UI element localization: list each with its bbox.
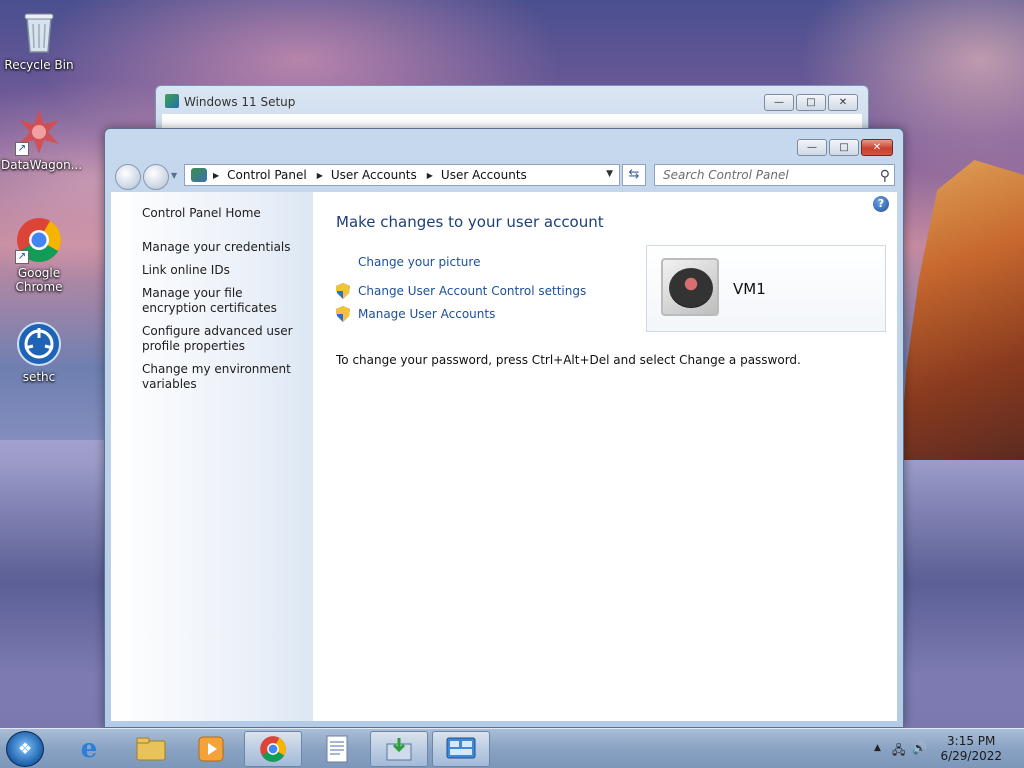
document-icon[interactable] xyxy=(308,731,366,767)
volume-icon[interactable]: 🔊 xyxy=(912,741,927,755)
desktop-icon-datawagon[interactable]: ↗ DataWagon... xyxy=(1,108,82,172)
desktop-icon-label: Recycle Bin xyxy=(4,58,74,72)
refresh-button[interactable]: ⇆ xyxy=(622,164,646,186)
internet-explorer-icon[interactable]: e xyxy=(60,731,118,767)
back-button[interactable] xyxy=(115,164,141,190)
manage-user-accounts-link[interactable]: Manage User Accounts xyxy=(358,307,495,321)
search-input[interactable]: Search Control Panel ⚲ xyxy=(654,164,895,186)
maximize-button[interactable]: □ xyxy=(796,94,826,111)
breadcrumb-chevron-icon[interactable]: ▶ xyxy=(427,171,433,180)
address-dropdown-icon[interactable]: ▼ xyxy=(606,169,613,179)
recycle-bin-icon xyxy=(15,8,63,56)
navigation-bar: ▼ ▶ Control Panel ▶ User Accounts ▶ User… xyxy=(113,161,897,190)
user-account-tile: VM1 xyxy=(646,245,886,332)
desktop-icon-label: Google Chrome xyxy=(15,266,63,294)
user-accounts-window[interactable]: — □ ✕ ▼ ▶ Control Panel ▶ User Accounts … xyxy=(104,128,904,728)
desktop-icon-label: sethc xyxy=(22,370,56,384)
clock-date: 6/29/2022 xyxy=(940,749,1002,763)
close-button[interactable]: ✕ xyxy=(861,139,893,156)
content-area: Control Panel Home Manage your credentia… xyxy=(111,192,897,721)
media-player-icon[interactable] xyxy=(182,731,240,767)
search-placeholder: Search Control Panel xyxy=(663,168,789,182)
close-button[interactable]: ✕ xyxy=(828,94,858,111)
environment-variables-link[interactable]: Change my environment variables xyxy=(142,362,302,392)
control-panel-taskbar-icon[interactable] xyxy=(432,731,490,767)
maximize-button[interactable]: □ xyxy=(829,139,859,156)
control-panel-icon xyxy=(191,168,207,182)
clock-time: 3:15 PM xyxy=(947,734,996,748)
recent-pages-chevron-icon[interactable]: ▼ xyxy=(171,171,177,180)
minimize-button[interactable]: — xyxy=(764,94,794,111)
change-picture-link[interactable]: Change your picture xyxy=(358,255,480,269)
minimize-button[interactable]: — xyxy=(797,139,827,156)
uac-shield-icon xyxy=(336,306,350,322)
uac-shield-icon xyxy=(336,283,350,299)
system-tray: ▲ 🖧 🔊 3:15 PM 6/29/2022 xyxy=(864,729,1024,768)
breadcrumb-chevron-icon[interactable]: ▶ xyxy=(317,171,323,180)
avatar[interactable] xyxy=(661,258,719,316)
start-button[interactable]: ❖ xyxy=(6,731,44,767)
account-name: VM1 xyxy=(733,280,766,298)
file-explorer-icon[interactable] xyxy=(122,731,180,767)
datawagon-icon: ↗ xyxy=(15,108,63,156)
turntable-picture-icon xyxy=(669,268,713,308)
main-pane: ? Make changes to your user account Chan… xyxy=(313,192,897,721)
setup-app-icon xyxy=(165,94,179,108)
desktop-icon-google-chrome[interactable]: ↗ Google Chrome xyxy=(1,216,77,294)
shortcut-arrow-icon: ↗ xyxy=(15,250,29,264)
breadcrumb-user-accounts-current[interactable]: User Accounts xyxy=(441,168,527,182)
change-uac-settings-link[interactable]: Change User Account Control settings xyxy=(358,284,586,298)
address-bar[interactable]: ▶ Control Panel ▶ User Accounts ▶ User A… xyxy=(184,164,620,186)
file-encryption-certificates-link[interactable]: Manage your file encryption certificates xyxy=(142,286,302,316)
manage-credentials-link[interactable]: Manage your credentials xyxy=(142,240,302,255)
windows-setup-taskbar-icon[interactable] xyxy=(370,731,428,767)
left-task-pane: Control Panel Home Manage your credentia… xyxy=(111,192,313,721)
show-hidden-icons-chevron-icon[interactable]: ▲ xyxy=(874,743,881,753)
clock[interactable]: 3:15 PM 6/29/2022 xyxy=(940,734,1002,764)
network-icon[interactable]: 🖧 xyxy=(892,741,905,762)
window-title: Windows 11 Setup xyxy=(184,95,296,109)
help-icon[interactable]: ? xyxy=(873,196,889,212)
desktop-icon-label: DataWagon... xyxy=(1,158,83,172)
chrome-icon: ↗ xyxy=(15,216,63,264)
breadcrumb-user-accounts[interactable]: User Accounts xyxy=(331,168,417,182)
link-online-ids-link[interactable]: Link online IDs xyxy=(142,263,302,278)
shortcut-arrow-icon: ↗ xyxy=(15,142,29,156)
forward-button[interactable] xyxy=(143,164,169,190)
desktop-icon-sethc[interactable]: sethc xyxy=(1,320,77,384)
control-panel-home-link[interactable]: Control Panel Home xyxy=(142,206,313,220)
advanced-profile-properties-link[interactable]: Configure advanced user profile properti… xyxy=(142,324,302,354)
breadcrumb-chevron-icon[interactable]: ▶ xyxy=(213,171,219,180)
taskbar: ❖ e ▲ 🖧 🔊 3:15 PM 6/29/2022 xyxy=(0,728,1024,768)
page-title: Make changes to your user account xyxy=(336,213,604,231)
breadcrumb-control-panel[interactable]: Control Panel xyxy=(227,168,307,182)
password-instructions: To change your password, press Ctrl+Alt+… xyxy=(336,353,801,367)
accessibility-icon xyxy=(15,320,63,368)
chrome-taskbar-icon[interactable] xyxy=(244,731,302,767)
desktop-icon-recycle-bin[interactable]: Recycle Bin xyxy=(1,8,77,72)
search-icon[interactable]: ⚲ xyxy=(880,166,890,186)
